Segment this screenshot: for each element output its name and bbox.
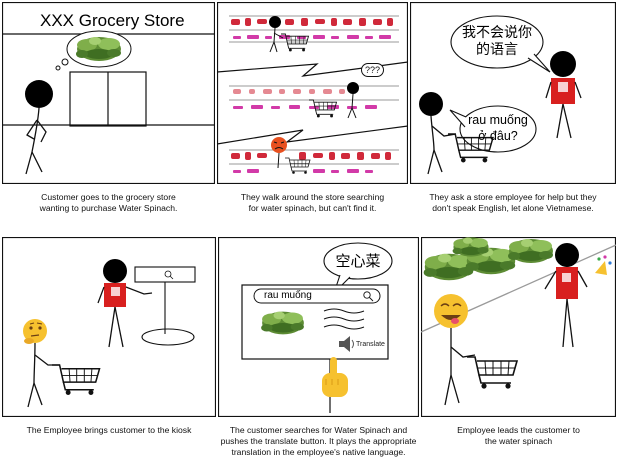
store-doors — [69, 71, 147, 127]
pointing-hand-icon — [322, 357, 348, 397]
aisle-2 — [228, 85, 400, 109]
thought-bubble-spinach — [55, 30, 132, 71]
panel-4 — [2, 237, 216, 417]
customer-bubble-text: rau muống ở đâu? — [468, 113, 528, 143]
employee-figure — [545, 51, 582, 139]
employee-bubble-text: 我不会说你 的语言 — [462, 24, 532, 57]
panel-1-caption: Customer goes to the grocery store wanti… — [39, 192, 178, 213]
kiosk-search-input[interactable]: rau muống — [264, 290, 312, 301]
yum-emoji-customer — [434, 294, 518, 406]
translate-button[interactable]: Translate — [356, 341, 385, 348]
panel-4-caption: The Employee brings customer to the kios… — [26, 425, 192, 435]
panel-6-caption: Employee leads the customer to the water… — [457, 425, 580, 446]
customer-figure — [25, 80, 53, 175]
panel-5-caption: The customer searches for Water Spinach … — [220, 425, 417, 457]
panel-3-caption: They ask a store employee for help but t… — [429, 192, 597, 213]
water-spinach-display — [423, 237, 553, 281]
party-popper-icon — [595, 255, 612, 275]
panel-2: ??? — [217, 2, 408, 184]
aisle-1 — [228, 15, 400, 43]
panel-2-caption: They walk around the store searching for… — [240, 192, 385, 213]
kiosk-screen — [241, 284, 389, 413]
confused-mark: ??? — [361, 63, 385, 77]
panel-5: 空心菜 rau muống Translate — [218, 237, 419, 417]
store-sign: XXX Grocery Store — [40, 11, 185, 30]
translation-bubble-text: 空心菜 — [335, 253, 381, 270]
panel-6 — [421, 237, 616, 417]
kiosk — [134, 266, 196, 346]
thinking-emoji-customer — [23, 319, 101, 408]
aisle-3 — [228, 149, 400, 173]
employee-figure — [544, 243, 588, 348]
panel-3: 我不会说你 的语言 rau muống ở đâu? — [410, 2, 616, 184]
panel-1: XXX Grocery Store — [2, 2, 215, 184]
